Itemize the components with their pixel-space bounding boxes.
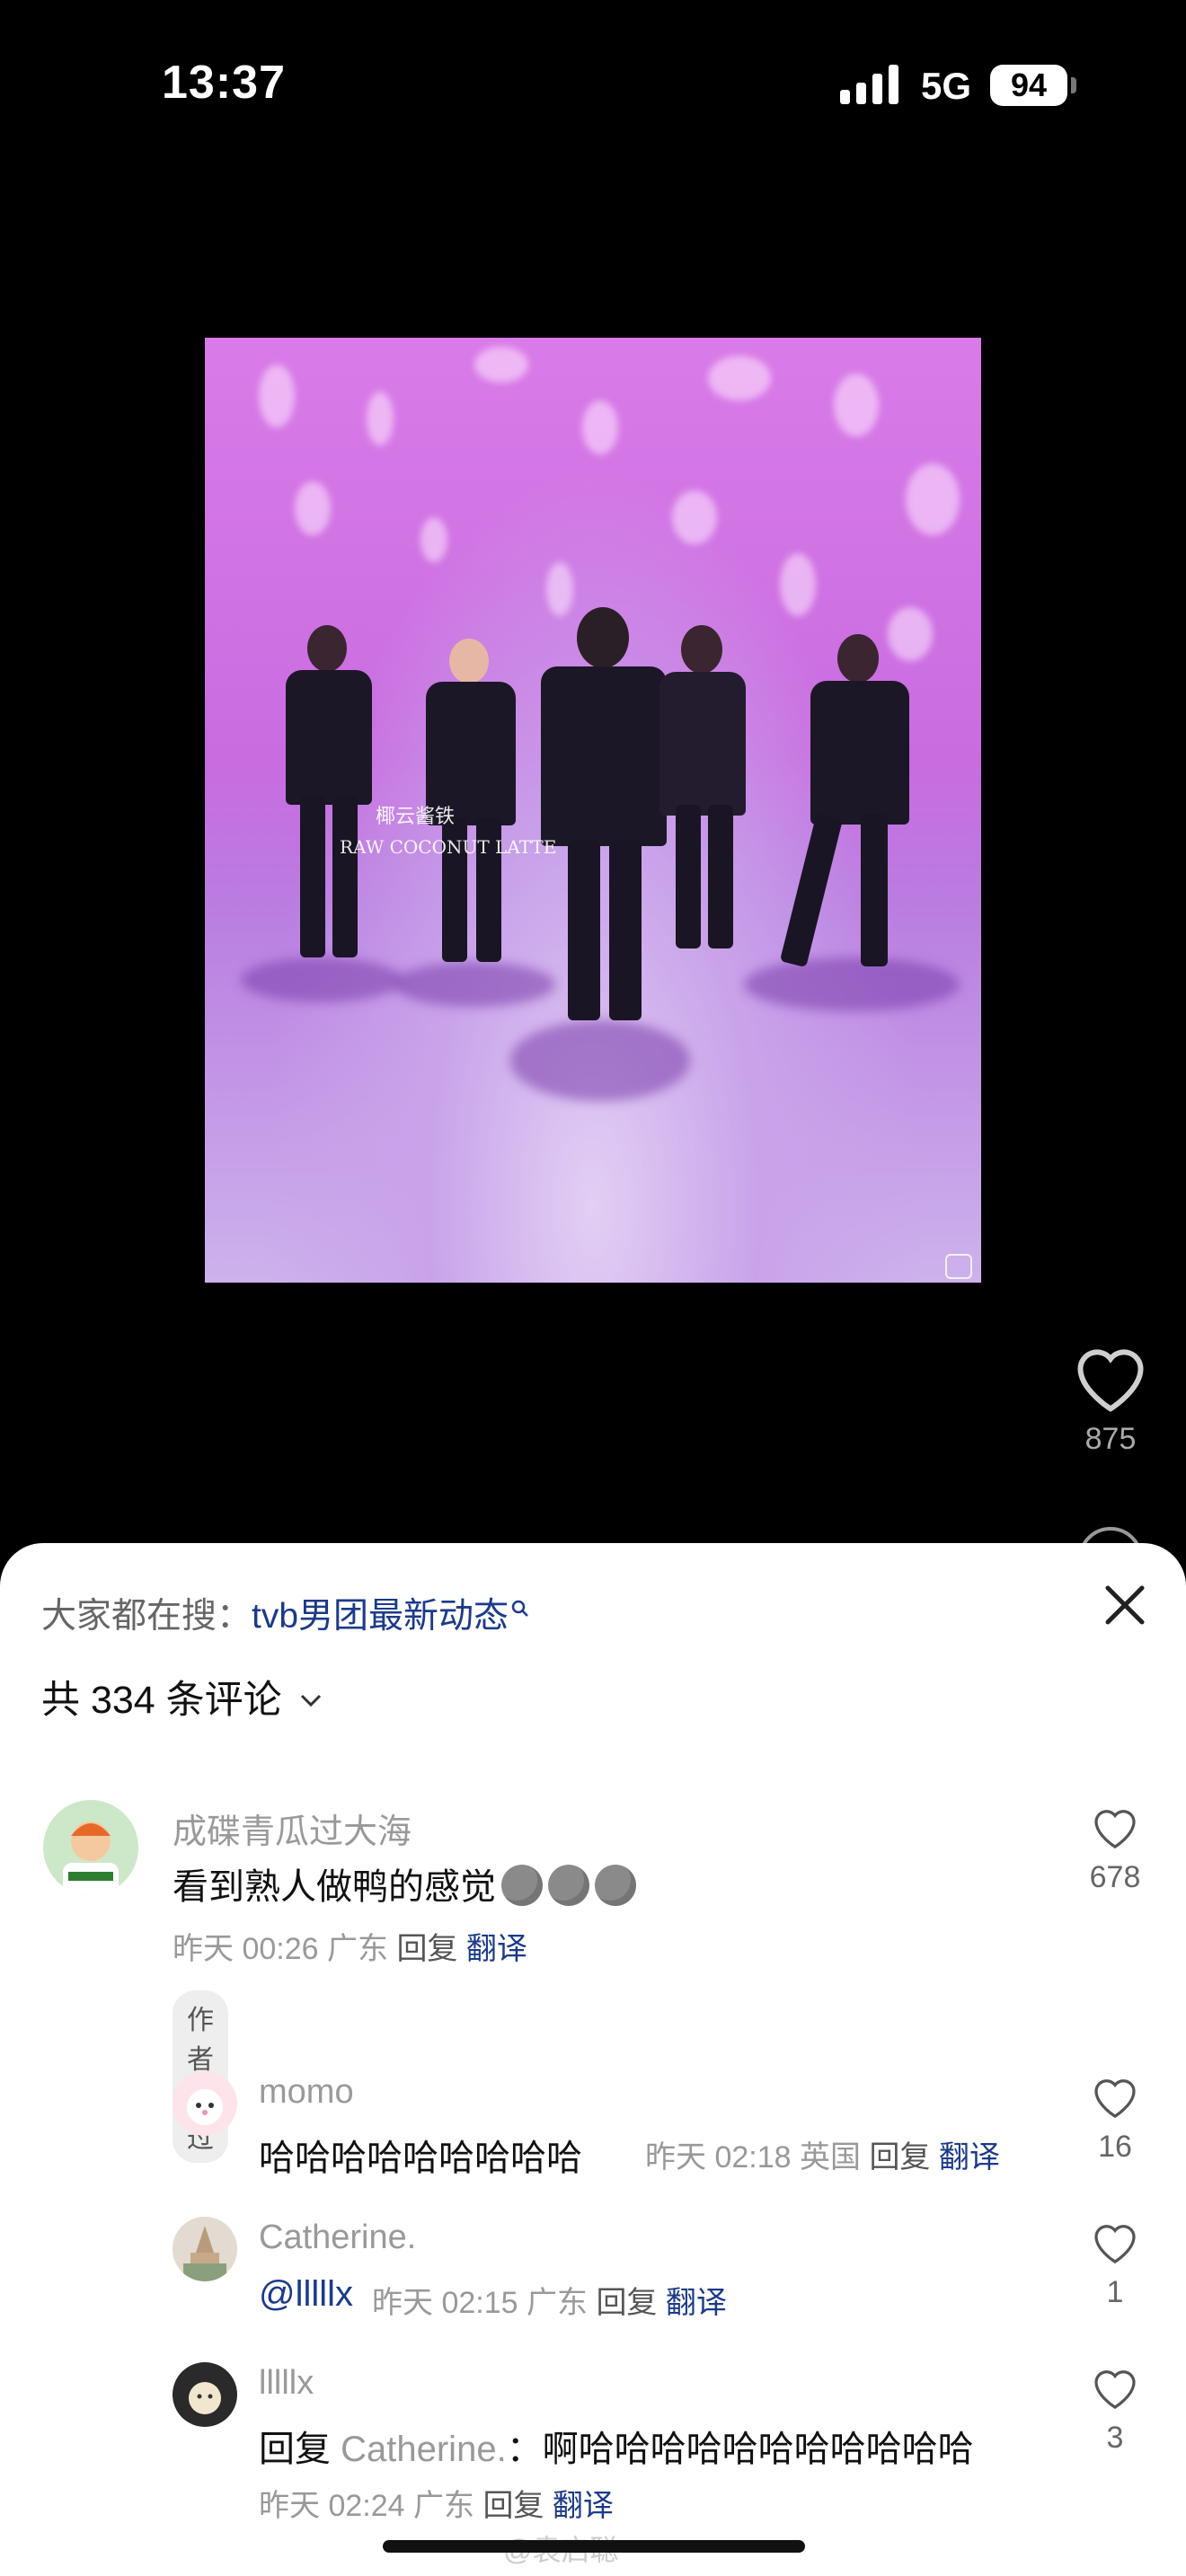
home-indicator[interactable] (383, 2540, 805, 2553)
avatar[interactable] (173, 2362, 237, 2427)
translate-button[interactable]: 翻译 (553, 2489, 614, 2523)
heart-icon (1094, 2370, 1136, 2410)
comment-like-count: 678 (1089, 1860, 1141, 1894)
duck-emoji-icon (595, 1865, 636, 1906)
battery-icon: 94 (990, 65, 1067, 106)
video-watermark: 椰云酱铁 RAW COCONUT LATTE (340, 806, 557, 858)
comment-meta: 昨天 02:24 广东 回复 翻译 (259, 2489, 614, 2523)
comment-text: 看到熟人做鸭的感觉 (173, 1857, 636, 1910)
heart-icon (1094, 2225, 1136, 2264)
search-keyword: tvb男团最新动态 (252, 1597, 509, 1636)
video-note-icon[interactable] (945, 1254, 972, 1279)
comment-count[interactable]: 共 334 条评论 (41, 1669, 323, 1725)
duck-emoji-icon (501, 1865, 543, 1906)
battery-tip (1071, 77, 1076, 93)
heart-icon (1077, 1349, 1144, 1412)
comment-username[interactable]: lllllx (259, 2364, 314, 2403)
avatar[interactable] (173, 2071, 237, 2136)
translate-button[interactable]: 翻译 (939, 2140, 1000, 2175)
video-like-count: 875 (1084, 1422, 1137, 1456)
comment-like-count: 3 (1106, 2421, 1124, 2455)
comment-meta: 昨天 00:26 广东 回复 翻译 (173, 1932, 527, 1966)
comment-meta: 昨天 02:18 英国 回复 翻译 (645, 2140, 1000, 2175)
reply-target[interactable]: Catherine. (341, 2430, 507, 2469)
duck-emoji-icon (548, 1865, 589, 1906)
comment-text: @lllllx (259, 2274, 353, 2315)
comment-username[interactable]: momo (259, 2073, 354, 2112)
reply-button[interactable]: 回复 (396, 1932, 457, 1966)
comment-text: 哈哈哈哈哈哈哈哈哈 (259, 2139, 582, 2178)
reply-button[interactable]: 回复 (869, 2140, 930, 2175)
search-suggestion[interactable]: 大家都在搜：tvb男团最新动态 (41, 1588, 530, 1638)
video-like-button[interactable]: 875 (1067, 1340, 1154, 1457)
comment-like-count: 1 (1106, 2275, 1124, 2309)
comment-username[interactable]: Catherine. (259, 2219, 416, 2257)
comment-text: 回复 Catherine.：啊哈哈哈哈哈哈哈哈哈哈哈 (259, 2430, 974, 2469)
translate-button[interactable]: 翻译 (666, 2286, 727, 2320)
comment-like-button[interactable]: 678 (1075, 1804, 1155, 1895)
avatar[interactable] (43, 1800, 138, 1895)
status-time: 13:37 (162, 57, 286, 109)
mention-link[interactable]: @lllllx (259, 2274, 353, 2314)
reply-button[interactable]: 回复 (482, 2489, 544, 2523)
comment-meta: 昨天 02:15 广东 回复 翻译 (372, 2286, 727, 2320)
close-icon[interactable] (1101, 1581, 1149, 1629)
comment-like-button[interactable]: 3 (1075, 2364, 1155, 2456)
network-type: 5G (921, 65, 972, 107)
avatar[interactable] (173, 2217, 237, 2281)
comment-like-button[interactable]: 1 (1075, 2219, 1155, 2310)
status-bar: 13:37 5G 94 (0, 0, 1186, 171)
reply-button[interactable]: 回复 (596, 2286, 657, 2320)
comment-like-button[interactable]: 16 (1075, 2073, 1155, 2165)
heart-icon (1094, 2079, 1136, 2119)
comment-sheet: 大家都在搜：tvb男团最新动态 共 334 条评论 成碟青瓜过大海 看到熟人做鸭… (0, 1543, 1186, 2576)
comment-like-count: 16 (1098, 2130, 1132, 2164)
heart-icon (1094, 1810, 1136, 1849)
translate-button[interactable]: 翻译 (466, 1932, 527, 1966)
chevron-down-icon (300, 1694, 321, 1707)
search-icon (511, 1600, 528, 1617)
video-player[interactable]: 椰云酱铁 RAW COCONUT LATTE (205, 338, 981, 1283)
comment-username[interactable]: 成碟青瓜过大海 (173, 1804, 412, 1853)
cellular-signal-icon (840, 65, 898, 104)
